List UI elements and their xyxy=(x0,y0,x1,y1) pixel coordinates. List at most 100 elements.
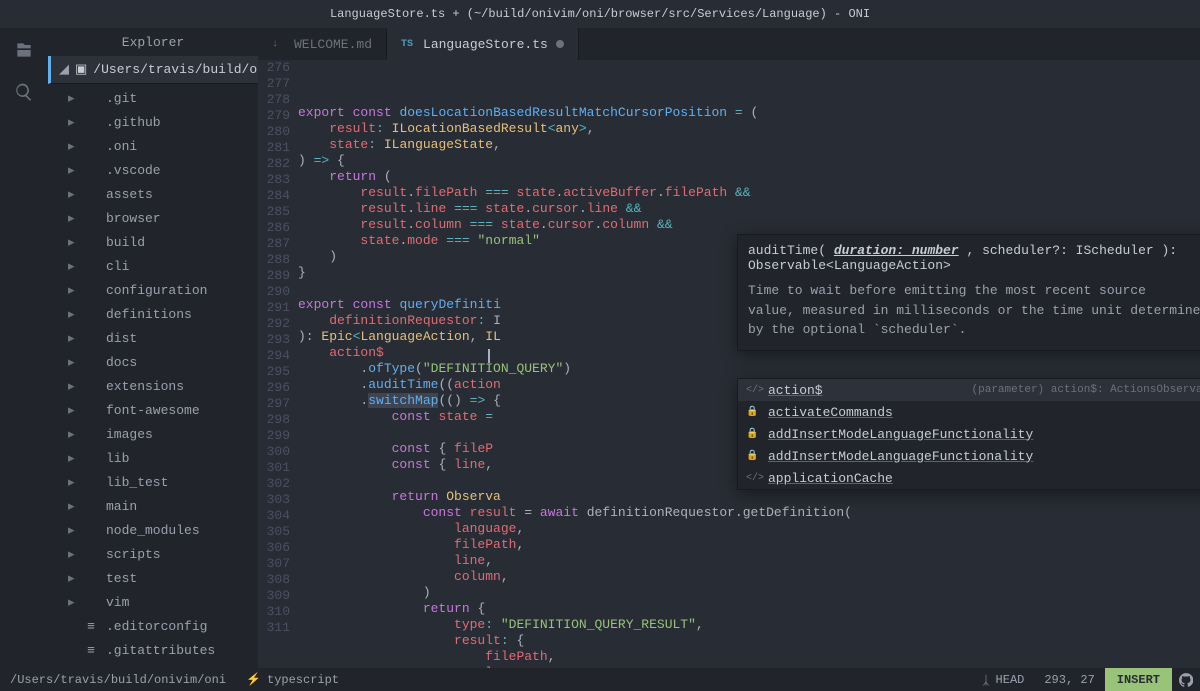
code-line[interactable]: result: { xyxy=(298,633,1200,649)
tree-folder[interactable]: ▸.git xyxy=(48,86,258,110)
status-cursor-position[interactable]: 293, 27 xyxy=(1034,673,1104,687)
code-content[interactable]: export const doesLocationBasedResultMatc… xyxy=(298,60,1200,668)
line-number: 287 xyxy=(258,236,290,252)
window-title: LanguageStore.ts + (~/build/onivim/oni/b… xyxy=(0,0,1200,28)
completion-label: addInsertModeLanguageFunctionality xyxy=(768,427,1033,442)
tree-item-label: assets xyxy=(106,187,153,202)
completion-item[interactable]: </>applicationCache xyxy=(738,467,1200,489)
tab-label: LanguageStore.ts xyxy=(423,37,548,52)
tree-folder[interactable]: ▸configuration xyxy=(48,278,258,302)
code-line[interactable]: language, xyxy=(298,521,1200,537)
code-line[interactable]: result: ILocationBasedResult<any>, xyxy=(298,121,1200,137)
line-number: 297 xyxy=(258,396,290,412)
tree-folder[interactable]: ▸dist xyxy=(48,326,258,350)
code-line[interactable]: ) => { xyxy=(298,153,1200,169)
tree-folder[interactable]: ▸main xyxy=(48,494,258,518)
tree-file[interactable]: ≡.editorconfig xyxy=(48,614,258,638)
signature-help-popup: auditTime( duration: number , scheduler?… xyxy=(737,234,1200,351)
code-line[interactable]: type: "DEFINITION_QUERY_RESULT", xyxy=(298,617,1200,633)
completion-item[interactable]: </>action$(parameter) action$: ActionsOb… xyxy=(738,379,1200,401)
file-tree: ▸.git▸.github▸.oni▸.vscode▸assets▸browse… xyxy=(48,84,258,668)
code-line[interactable]: result.filePath === state.activeBuffer.f… xyxy=(298,185,1200,201)
signature-line: auditTime( duration: number , scheduler?… xyxy=(748,243,1200,273)
tree-folder[interactable]: ▸vim xyxy=(48,590,258,614)
code-line[interactable]: result.column === state.cursor.column && xyxy=(298,217,1200,233)
code-line[interactable]: return { xyxy=(298,601,1200,617)
completion-item[interactable]: 🔒activateCommands xyxy=(738,401,1200,423)
signature-doc-line: by the optional `scheduler`. xyxy=(748,320,1200,340)
code-line[interactable]: ) xyxy=(298,585,1200,601)
activity-bar xyxy=(0,28,48,668)
tree-folder[interactable]: ▸definitions xyxy=(48,302,258,326)
line-number-gutter: 2762772782792802812822832842852862872882… xyxy=(258,60,298,668)
tree-folder[interactable]: ▸images xyxy=(48,422,258,446)
explorer-root-label: /Users/travis/build/onivi… xyxy=(93,62,258,77)
explorer-root[interactable]: ◢ ▣ /Users/travis/build/onivi… xyxy=(48,56,258,84)
editor-tab[interactable]: TS LanguageStore.ts xyxy=(387,28,579,60)
tree-item-label: .oni xyxy=(106,139,137,154)
typescript-icon: TS xyxy=(401,39,415,50)
line-number: 276 xyxy=(258,60,290,76)
line-number: 281 xyxy=(258,140,290,156)
chevron-right-icon: ▸ xyxy=(68,211,76,226)
code-line[interactable]: export const doesLocationBasedResultMatc… xyxy=(298,105,1200,121)
line-number: 291 xyxy=(258,300,290,316)
status-language-label: typescript xyxy=(267,673,339,687)
code-line[interactable]: filePath, xyxy=(298,649,1200,665)
status-git-branch[interactable]: ᛣ HEAD xyxy=(972,673,1034,687)
tree-folder[interactable]: ▸.github xyxy=(48,110,258,134)
code-line[interactable]: line, xyxy=(298,553,1200,569)
tree-folder[interactable]: ▸lib_test xyxy=(48,470,258,494)
line-number: 308 xyxy=(258,572,290,588)
status-language[interactable]: ⚡ typescript xyxy=(236,672,349,687)
chevron-right-icon: ▸ xyxy=(68,283,76,298)
code-line[interactable]: return Observa xyxy=(298,489,1200,505)
code-line[interactable]: .ofType("DEFINITION_QUERY") xyxy=(298,361,1200,377)
completion-item[interactable]: 🔒addInsertModeLanguageFunctionality xyxy=(738,423,1200,445)
tree-item-label: browser xyxy=(106,211,161,226)
tree-folder[interactable]: ▸build xyxy=(48,230,258,254)
code-line[interactable]: return ( xyxy=(298,169,1200,185)
completion-item[interactable]: 🔒addInsertModeLanguageFunctionality xyxy=(738,445,1200,467)
line-number: 285 xyxy=(258,204,290,220)
tree-folder[interactable]: ▸scripts xyxy=(48,542,258,566)
code-view[interactable]: 2762772782792802812822832842852862872882… xyxy=(258,60,1200,668)
completion-label: action$ xyxy=(768,383,823,398)
tree-folder[interactable]: ▸.vscode xyxy=(48,158,258,182)
signature-doc-line: value, measured in milliseconds or the t… xyxy=(748,301,1200,321)
chevron-right-icon: ▸ xyxy=(68,523,76,538)
completion-label: activateCommands xyxy=(768,405,893,420)
line-number: 302 xyxy=(258,476,290,492)
line-number: 311 xyxy=(258,620,290,636)
tree-folder[interactable]: ▸cli xyxy=(48,254,258,278)
status-branch-label: HEAD xyxy=(996,673,1025,687)
tree-folder[interactable]: ▸font-awesome xyxy=(48,398,258,422)
tree-item-label: dist xyxy=(106,331,137,346)
dirty-indicator-icon xyxy=(556,40,564,48)
tree-folder[interactable]: ▸node_modules xyxy=(48,518,258,542)
chevron-right-icon: ▸ xyxy=(68,307,76,322)
signature-doc-line: Time to wait before emitting the most re… xyxy=(748,281,1200,301)
code-brackets-icon: </> xyxy=(746,473,760,484)
code-line[interactable]: const result = await definitionRequestor… xyxy=(298,505,1200,521)
tree-folder[interactable]: ▸lib xyxy=(48,446,258,470)
github-icon[interactable] xyxy=(1172,673,1200,687)
tree-folder[interactable]: ▸extensions xyxy=(48,374,258,398)
search-icon[interactable] xyxy=(14,82,34,102)
chevron-right-icon: ▸ xyxy=(68,499,76,514)
tree-file[interactable]: ≡.gitattributes xyxy=(48,638,258,662)
code-line[interactable]: result.line === state.cursor.line && xyxy=(298,201,1200,217)
text-cursor xyxy=(488,349,490,363)
code-line[interactable]: column, xyxy=(298,569,1200,585)
completion-popup[interactable]: </>action$(parameter) action$: ActionsOb… xyxy=(737,378,1200,490)
line-number: 279 xyxy=(258,108,290,124)
editor-tab[interactable]: ↓WELCOME.md xyxy=(258,28,387,60)
tree-folder[interactable]: ▸ browser xyxy=(48,206,258,230)
tree-folder[interactable]: ▸assets xyxy=(48,182,258,206)
files-icon[interactable] xyxy=(14,40,34,60)
code-line[interactable]: filePath, xyxy=(298,537,1200,553)
tree-folder[interactable]: ▸test xyxy=(48,566,258,590)
tree-folder[interactable]: ▸.oni xyxy=(48,134,258,158)
code-line[interactable]: state: ILanguageState, xyxy=(298,137,1200,153)
tree-folder[interactable]: ▸docs xyxy=(48,350,258,374)
